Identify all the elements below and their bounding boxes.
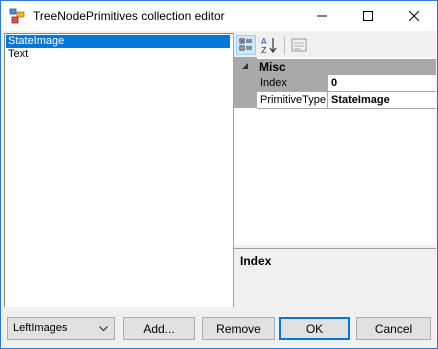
maximize-button[interactable] [345,1,391,31]
title-bar[interactable]: TreeNodePrimitives collection editor [1,1,437,31]
cancel-button[interactable]: Cancel [356,317,431,340]
categorized-view-button[interactable] [236,35,256,55]
app-icon [9,8,25,24]
help-pane: Index [234,248,436,307]
collapse-arrow-icon [242,63,248,69]
property-pages-button[interactable] [289,35,309,55]
collection-editor-window: TreeNodePrimitives collection editor Sta… [0,0,438,349]
property-grid[interactable]: Misc Index 0 PrimitiveType StateImage [234,57,436,245]
button-bar: LeftImages Add... Remove OK Cancel [1,307,437,348]
close-icon [409,11,419,21]
row-divider [257,108,436,109]
cancel-button-label: Cancel [374,321,413,336]
ok-button-label: OK [305,321,324,336]
property-row-index[interactable]: Index 0 [257,75,436,91]
property-name: PrimitiveType [260,94,327,106]
close-button[interactable] [391,1,437,31]
property-value[interactable]: 0 [328,75,436,91]
categorized-icon [239,38,252,51]
svg-text:A: A [261,37,267,46]
remove-button[interactable]: Remove [202,317,275,340]
minimize-icon [317,15,327,17]
chevron-down-icon [99,326,108,332]
toolbar-separator [284,36,285,54]
category-label: Misc [259,60,286,74]
list-item-stateimage[interactable]: StateImage [6,35,230,48]
dropdown-value: LeftImages [13,322,68,334]
add-button[interactable]: Add... [123,317,195,340]
primitives-list[interactable]: StateImage Text [4,33,234,308]
help-title: Index [240,254,272,268]
list-item-text[interactable]: Text [6,48,28,61]
remove-button-label: Remove [216,321,261,336]
property-value[interactable]: StateImage [328,92,436,108]
image-layout-dropdown[interactable]: LeftImages [7,317,115,340]
ok-button[interactable]: OK [279,317,350,340]
column-divider[interactable] [327,75,328,108]
category-misc[interactable]: Misc [234,59,436,75]
window-title: TreeNodePrimitives collection editor [33,9,225,23]
list-item-label: Text [8,48,29,60]
add-button-label: Add... [143,321,175,336]
sort-az-icon: A Z [261,37,277,55]
property-row-primitivetype[interactable]: PrimitiveType StateImage [257,92,436,108]
minimize-button[interactable] [299,1,345,31]
property-grid-toolbar: A Z [234,33,436,57]
list-item-label: StateImage [8,35,65,47]
alphabetical-sort-button[interactable]: A Z [259,35,279,55]
property-pages-icon [291,38,307,52]
maximize-icon [363,11,373,21]
property-name: Index [257,75,327,91]
svg-text:Z: Z [261,46,267,55]
